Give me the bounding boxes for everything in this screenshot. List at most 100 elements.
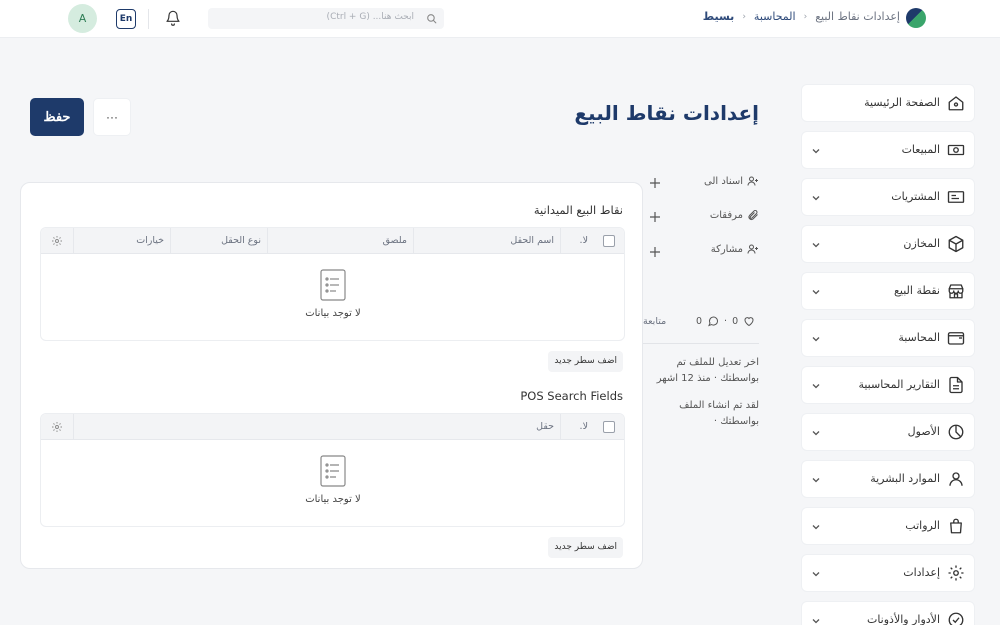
shield-check-icon xyxy=(948,612,964,625)
breadcrumb-home[interactable]: بسيط xyxy=(703,10,735,23)
plus-icon[interactable] xyxy=(649,211,661,223)
language-toggle-button[interactable]: En xyxy=(116,9,136,29)
assign-to-label: اسناد الى xyxy=(703,175,743,187)
sidebar-item-label: المشتريات xyxy=(891,190,940,203)
sidebar-item-settings[interactable]: إعدادات xyxy=(801,554,975,592)
select-all-checkbox[interactable] xyxy=(603,235,615,247)
chevron-down-icon[interactable] xyxy=(811,240,821,250)
breadcrumb: بسيط ‹ المحاسبة ‹ إعدادات نقاط البيع xyxy=(703,10,900,23)
column-header-field-type: نوع الحقل xyxy=(170,228,267,254)
chevron-down-icon[interactable] xyxy=(811,616,821,625)
heart-icon[interactable] xyxy=(743,315,755,327)
attachments-row[interactable]: مرفقات xyxy=(710,209,759,221)
home-icon xyxy=(948,96,964,111)
column-header-no: لا. xyxy=(560,414,594,440)
sidebar-item-roles-permissions[interactable]: الأدوار والأذونات xyxy=(801,601,975,625)
chevron-down-icon[interactable] xyxy=(811,193,821,203)
sidebar-item-label: الموارد البشرية xyxy=(870,472,940,485)
pos-fields-title: نقاط البيع الميدانية xyxy=(533,203,623,217)
table-header: لا. حقل xyxy=(41,414,624,440)
add-row-button[interactable]: اضف سطر جديد xyxy=(548,351,623,372)
assets-icon xyxy=(948,424,964,440)
last-edit-text: اخر تعديل للملف تم بواسطتك · منذ 12 اشهر xyxy=(656,357,759,384)
activity-stats: 0 · 0 xyxy=(696,315,755,327)
add-row-button[interactable]: اضف سطر جديد xyxy=(548,537,623,558)
pos-fields-table: لا. اسم الحقل ملصق نوع الحقل خيارات لا ت… xyxy=(40,227,625,341)
chevron-down-icon[interactable] xyxy=(811,334,821,344)
avatar[interactable]: A xyxy=(68,4,97,33)
sidebar-item-label: المخازن xyxy=(903,237,940,250)
bell-icon[interactable] xyxy=(165,10,181,26)
follow-button[interactable]: متابعة xyxy=(643,316,666,327)
comment-icon[interactable] xyxy=(707,315,719,327)
divider xyxy=(643,343,759,344)
like-count: 0 xyxy=(732,315,739,327)
breadcrumb-separator: ‹ xyxy=(803,11,808,22)
sidebar-item-accounting[interactable]: المحاسبة xyxy=(801,319,975,357)
divider xyxy=(148,9,149,29)
sidebar-item-label: الرواتب xyxy=(905,519,940,532)
settings-card: نقاط البيع الميدانية لا. اسم الحقل ملصق … xyxy=(20,182,643,569)
comment-count: 0 xyxy=(696,315,703,327)
empty-document-icon xyxy=(320,455,346,487)
sidebar-item-pos[interactable]: نقطة البيع xyxy=(801,272,975,310)
sidebar-item-label: الأدوار والأذونات xyxy=(866,613,940,625)
page-title: إعدادات نقاط البيع xyxy=(574,101,759,125)
select-all-checkbox[interactable] xyxy=(603,421,615,433)
chevron-down-icon[interactable] xyxy=(811,475,821,485)
more-options-button[interactable]: ··· xyxy=(93,98,131,136)
paperclip-icon xyxy=(748,210,758,220)
column-header-field-name: اسم الحقل xyxy=(413,228,560,254)
column-header-options: خيارات xyxy=(73,228,170,254)
chevron-down-icon[interactable] xyxy=(811,569,821,579)
search-fields-table: لا. حقل لا توجد بيانات xyxy=(40,413,625,527)
chevron-down-icon[interactable] xyxy=(811,287,821,297)
assign-to-row[interactable]: اسناد الى xyxy=(704,175,759,187)
sidebar-item-home[interactable]: الصفحة الرئيسية xyxy=(801,84,975,122)
plus-icon[interactable] xyxy=(649,246,661,258)
sidebar-item-payroll[interactable]: الرواتب xyxy=(801,507,975,545)
column-header-field: حقل xyxy=(73,414,560,440)
sidebar-item-sales[interactable]: المبيعات xyxy=(801,131,975,169)
money-icon xyxy=(947,144,965,156)
share-user-icon xyxy=(747,244,758,254)
search-input[interactable]: ابحث هنا... (Ctrl + G) xyxy=(208,8,444,29)
breadcrumb-accounting[interactable]: المحاسبة xyxy=(754,10,796,23)
gear-icon[interactable] xyxy=(51,235,63,247)
breadcrumb-separator: ‹ xyxy=(742,11,746,22)
save-button[interactable]: حفظ xyxy=(30,98,84,136)
table-header: لا. اسم الحقل ملصق نوع الحقل خيارات xyxy=(41,228,624,254)
search-placeholder: ابحث هنا... (Ctrl + G) xyxy=(326,12,414,22)
share-label: مشاركة xyxy=(710,243,743,255)
box-icon xyxy=(948,235,964,253)
store-icon xyxy=(948,284,964,299)
chevron-down-icon[interactable] xyxy=(811,146,821,156)
receipt-icon xyxy=(947,191,965,203)
empty-state-text: لا توجد بيانات xyxy=(305,494,361,505)
app-logo[interactable] xyxy=(906,8,926,28)
sidebar-item-assets[interactable]: الأصول xyxy=(801,413,975,451)
sidebar-item-human-resources[interactable]: الموارد البشرية xyxy=(801,460,975,498)
column-header-label: ملصق xyxy=(267,228,413,254)
sidebar-item-warehouses[interactable]: المخازن xyxy=(801,225,975,263)
chevron-down-icon[interactable] xyxy=(811,522,821,532)
sidebar-item-accounting-reports[interactable]: التقارير المحاسبية xyxy=(801,366,975,404)
sidebar-item-label: الصفحة الرئيسية xyxy=(864,96,940,109)
sidebar-item-purchases[interactable]: المشتريات xyxy=(801,178,975,216)
plus-icon[interactable] xyxy=(649,177,661,189)
sidebar-item-label: المحاسبة xyxy=(898,331,940,344)
breadcrumb-current: إعدادات نقاط البيع xyxy=(815,10,900,23)
chevron-down-icon[interactable] xyxy=(811,381,821,391)
sidebar-item-label: الأصول xyxy=(907,425,940,438)
gear-icon[interactable] xyxy=(51,421,63,433)
bag-icon xyxy=(950,518,962,534)
share-row[interactable]: مشاركة xyxy=(711,243,759,255)
user-add-icon xyxy=(747,176,758,186)
chevron-down-icon[interactable] xyxy=(811,428,821,438)
column-header-no: لا. xyxy=(560,228,594,254)
sidebar-item-label: إعدادات xyxy=(903,566,940,579)
sidebar-item-label: نقطة البيع xyxy=(894,284,940,297)
gear-icon xyxy=(948,565,964,581)
empty-document-icon xyxy=(320,269,346,301)
created-text: لقد تم انشاء الملف بواسطتك · xyxy=(679,400,759,427)
